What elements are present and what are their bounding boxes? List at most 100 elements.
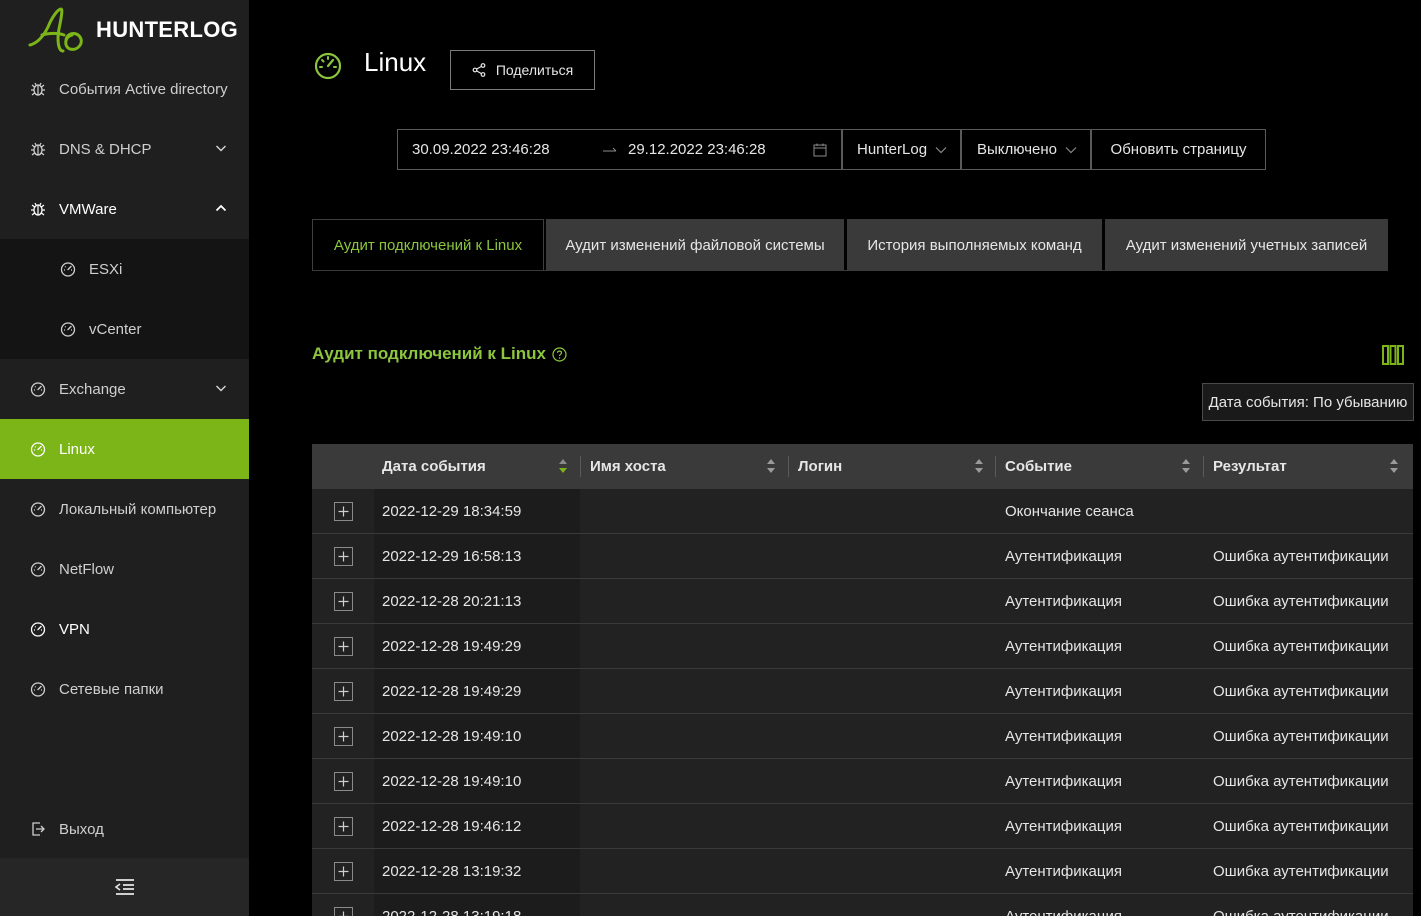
table-row[interactable]: 2022-12-28 19:49:29 Аутентификация Ошибка …: [312, 669, 1413, 714]
expand-row-button[interactable]: [333, 771, 353, 791]
cell-event: Аутентификация: [1005, 637, 1122, 655]
column-header-login[interactable]: Логин: [788, 444, 996, 489]
brand-name: HUNTERLOG: [96, 17, 239, 42]
sidebar-item-esxi[interactable]: ESXi: [0, 239, 249, 299]
columns-settings-icon[interactable]: [1382, 345, 1404, 365]
calendar-icon: [813, 143, 827, 156]
cell-event: Аутентификация: [1005, 682, 1122, 700]
plus-icon: [338, 731, 348, 741]
cell-result: Ошибка аутентификации: [1213, 817, 1389, 835]
table-row[interactable]: 2022-12-28 19:49:10 Аутентификация Ошибка …: [312, 759, 1413, 804]
tab-filesystem-changes[interactable]: Аудит изменений файловой системы: [546, 219, 844, 271]
sidebar-item-vcenter[interactable]: vCenter: [0, 299, 249, 359]
row-expand-cell: [312, 804, 374, 848]
sidebar-item-linux[interactable]: Linux: [0, 419, 249, 479]
share-button[interactable]: Поделиться: [450, 50, 595, 90]
chevron-down-icon: [1065, 146, 1077, 153]
bug-icon: [30, 141, 46, 157]
row-expand-cell: [312, 534, 374, 578]
tab-command-history[interactable]: История выполняемых команд: [847, 219, 1102, 271]
sidebar-item-сетевые-папки[interactable]: Сетевые папки: [0, 659, 249, 719]
logo[interactable]: HUNTERLOG: [28, 4, 238, 56]
cell-event: Аутентификация: [1005, 772, 1122, 790]
expand-row-button[interactable]: [333, 861, 353, 881]
dashboard-icon: [30, 441, 46, 457]
row-expand-cell: [312, 714, 374, 758]
chevron-down-icon[interactable]: [215, 141, 227, 153]
sidebar-item-локальный-компьютер[interactable]: Локальный компьютер: [0, 479, 249, 539]
tabs-divider: [312, 270, 1388, 271]
logout-button[interactable]: Выход: [0, 799, 249, 859]
table-row[interactable]: 2022-12-28 13:19:32 Аутентификация Ошибка …: [312, 849, 1413, 894]
table-header: Дата события Имя хоста Логин Событие Рез: [312, 444, 1413, 489]
cell-result: Ошибка аутентификации: [1213, 727, 1389, 745]
help-icon[interactable]: [552, 346, 567, 362]
expand-row-button[interactable]: [333, 591, 353, 611]
cell-event: Аутентификация: [1005, 907, 1122, 916]
sidebar-item-vmware[interactable]: VMWare: [0, 179, 249, 239]
sidebar-item-label: VPN: [59, 620, 90, 638]
sidebar: HUNTERLOG События Active directory DNS & …: [0, 0, 249, 916]
state-select[interactable]: Выключено: [961, 129, 1091, 170]
source-select-value: HunterLog: [857, 141, 928, 158]
table-row[interactable]: 2022-12-29 18:34:59 Окончание сеанса: [312, 489, 1413, 534]
table-row[interactable]: 2022-12-28 13:19:18 Аутентификация Ошибка …: [312, 894, 1413, 916]
dashboard-icon: [60, 321, 76, 337]
cell-event: Окончание сеанса: [1005, 502, 1134, 520]
main-content: Linux Поделиться 30.09.2022 23:46:28 29.…: [249, 0, 1421, 916]
expand-row-button[interactable]: [333, 906, 353, 916]
plus-icon: [338, 821, 348, 831]
sort-icon: [1390, 459, 1398, 473]
cell-result: Ошибка аутентификации: [1213, 772, 1389, 790]
expand-row-button[interactable]: [333, 816, 353, 836]
cell-date: 2022-12-28 19:49:29: [374, 669, 580, 713]
sidebar-item-dns-dhcp[interactable]: DNS & DHCP: [0, 119, 249, 179]
sidebar-item-vpn[interactable]: VPN: [0, 599, 249, 659]
sidebar-item-exchange[interactable]: Exchange: [0, 359, 249, 419]
table-row[interactable]: 2022-12-28 20:21:13 Аутентификация Ошибка …: [312, 579, 1413, 624]
sort-icon: [1182, 459, 1190, 473]
bug-icon: [30, 81, 46, 97]
sidebar-item-label: NetFlow: [59, 560, 115, 578]
tab-account-changes[interactable]: Аудит изменений учетных записей: [1105, 219, 1388, 271]
source-select[interactable]: HunterLog: [842, 129, 961, 170]
expand-row-button[interactable]: [333, 681, 353, 701]
column-header-event[interactable]: Событие: [995, 444, 1203, 489]
column-header-host[interactable]: Имя хоста: [580, 444, 788, 489]
expand-row-button[interactable]: [333, 636, 353, 656]
sidebar-item-label: DNS & DHCP: [59, 140, 152, 158]
date-range-picker[interactable]: 30.09.2022 23:46:28 29.12.2022 23:46:28: [397, 129, 842, 170]
events-table: Дата события Имя хоста Логин Событие Рез: [312, 444, 1413, 916]
sidebar-item-netflow[interactable]: NetFlow: [0, 539, 249, 599]
refresh-page-button[interactable]: Обновить страницу: [1091, 129, 1266, 170]
row-expand-cell: [312, 759, 374, 803]
column-header-date[interactable]: Дата события: [382, 444, 580, 489]
sort-indicator[interactable]: Дата события: По убыванию: [1202, 383, 1414, 421]
chevron-up-icon[interactable]: [215, 201, 227, 213]
chevron-down-icon: [935, 146, 947, 153]
date-to-input[interactable]: 29.12.2022 23:46:28: [628, 141, 766, 158]
chevron-down-icon[interactable]: [215, 381, 227, 393]
cell-event: Аутентификация: [1005, 727, 1122, 745]
plus-icon: [338, 641, 348, 651]
tab-linux-connections[interactable]: Аудит подключений к Linux: [312, 219, 544, 271]
sidebar-item-label: VMWare: [59, 200, 117, 218]
hunterlog-logo-icon: [28, 7, 83, 53]
expand-row-button[interactable]: [333, 726, 353, 746]
expand-row-button[interactable]: [333, 501, 353, 521]
sidebar-collapse-button[interactable]: [0, 858, 249, 916]
table-row[interactable]: 2022-12-28 19:46:12 Аутентификация Ошибка …: [312, 804, 1413, 849]
date-from-input[interactable]: 30.09.2022 23:46:28: [412, 141, 550, 158]
table-row[interactable]: 2022-12-28 19:49:10 Аутентификация Ошибка …: [312, 714, 1413, 759]
cell-result: Ошибка аутентификации: [1213, 907, 1389, 916]
table-row[interactable]: 2022-12-29 16:58:13 Аутентификация Ошибка …: [312, 534, 1413, 579]
table-row[interactable]: 2022-12-28 19:49:29 Аутентификация Ошибка …: [312, 624, 1413, 669]
column-header-result[interactable]: Результат: [1203, 444, 1411, 489]
sort-active-icon: [559, 459, 567, 473]
expand-row-button[interactable]: [333, 546, 353, 566]
row-expand-cell: [312, 894, 374, 916]
cell-date: 2022-12-28 13:19:18: [374, 894, 580, 916]
cell-result: Ошибка аутентификации: [1213, 592, 1389, 610]
refresh-page-label: Обновить страницу: [1110, 141, 1247, 158]
sidebar-item-события-active-directory[interactable]: События Active directory: [0, 59, 249, 119]
